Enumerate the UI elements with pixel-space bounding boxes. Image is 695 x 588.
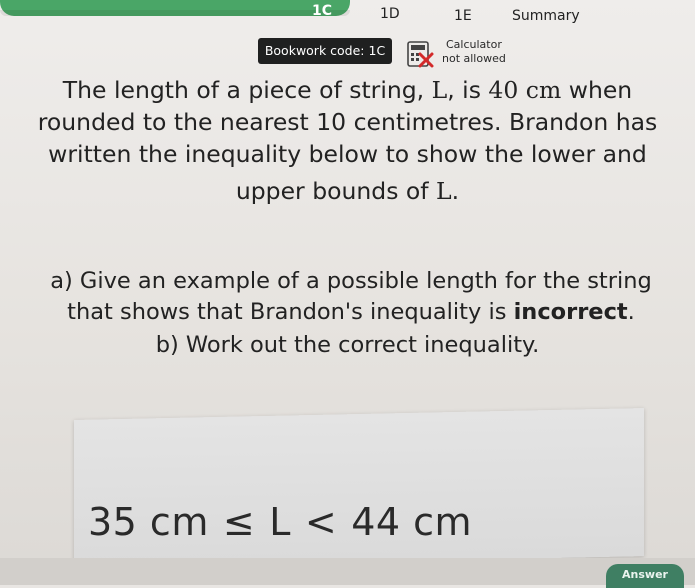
emphasis-incorrect: incorrect — [513, 299, 628, 325]
calculator-label: Calculator — [446, 38, 502, 51]
bottom-strip — [0, 558, 695, 585]
tab-bar: 1C 1D 1E Summary — [0, 0, 695, 34]
question-text: The length of a piece of string, L, is 4… — [0, 74, 695, 207]
question-line-2: rounded to the nearest 10 centimetres. B… — [37, 108, 658, 136]
variable-l: L — [436, 177, 452, 205]
question-line-4: upper bounds of L. — [0, 175, 695, 207]
calculator-status-label: not allowed — [442, 52, 506, 65]
bookwork-code-badge: Bookwork code: 1C — [258, 38, 392, 64]
inequality-expression: 35 cm ≤ L <44 cm — [88, 500, 486, 544]
part-a-text-fragment: . — [627, 299, 635, 325]
variable-l: L — [431, 76, 448, 104]
question-text-fragment: , is — [447, 76, 489, 104]
inequality-operator-lt: < — [304, 500, 338, 544]
inequality-variable: L — [269, 500, 291, 544]
question-text-fragment: The length of a piece of string, — [62, 76, 432, 104]
question-text-fragment: upper bounds of — [235, 177, 437, 205]
tab-summary[interactable]: Summary — [512, 8, 580, 24]
calculator-not-allowed-icon — [405, 40, 435, 70]
inequality-lower-bound: 35 cm — [88, 500, 209, 544]
part-a-line-2: that shows that Brandon's inequality is … — [16, 297, 686, 328]
tab-active-indicator — [0, 0, 350, 16]
question-line-3: written the inequality below to show the… — [48, 140, 647, 168]
tab-1d[interactable]: 1D — [380, 6, 400, 22]
tab-1e[interactable]: 1E — [454, 8, 472, 24]
tab-1c[interactable]: 1C — [312, 3, 332, 19]
question-line-1: The length of a piece of string, L, is 4… — [0, 74, 695, 106]
length-value: 40 cm — [488, 76, 562, 104]
part-a-line-1: a) Give an example of a possible length … — [50, 268, 652, 294]
answer-button[interactable]: Answer — [606, 564, 684, 588]
part-a-text: a) Give an example of a possible length … — [16, 266, 686, 328]
inequality-operator-le: ≤ — [222, 500, 256, 544]
question-text-fragment: . — [451, 177, 460, 205]
calculator-status: Calculator not allowed — [442, 38, 506, 66]
question-text-fragment: when — [561, 76, 633, 104]
part-b-text: b) Work out the correct inequality. — [155, 332, 540, 358]
part-a-text-fragment: that shows that Brandon's inequality is — [67, 299, 514, 325]
inequality-upper-bound: 44 cm — [351, 500, 473, 544]
